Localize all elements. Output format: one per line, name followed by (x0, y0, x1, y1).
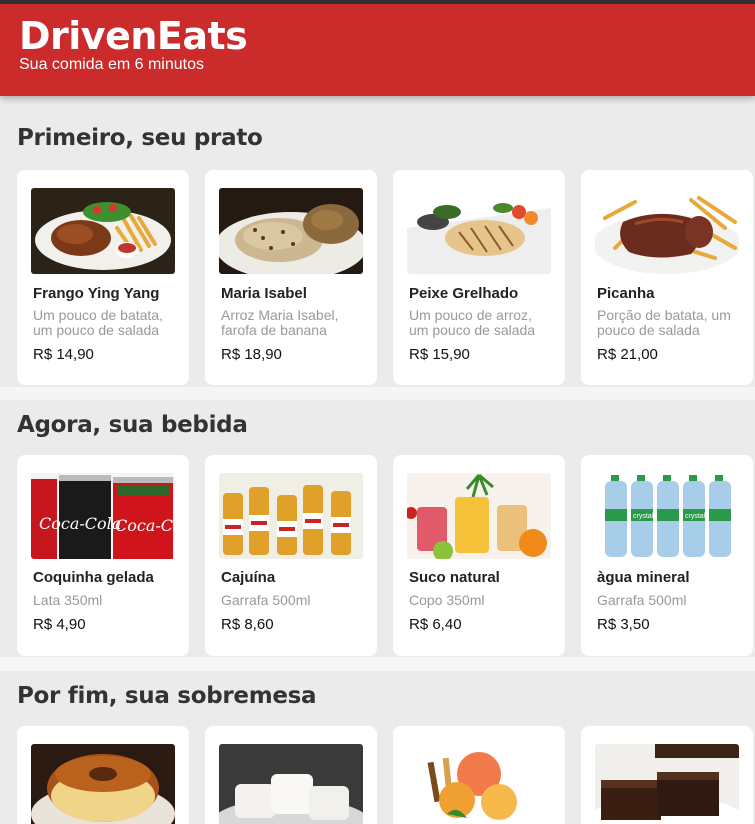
dish-price: R$ 14,90 (33, 346, 94, 363)
dessert-card-sorvete[interactable] (393, 726, 565, 824)
dish-description: Um pouco de batata, um pouco de salada (33, 307, 163, 338)
dessert-image-sorvete (407, 744, 551, 824)
dessert-list (17, 726, 753, 824)
dish-name: Peixe Grelhado (409, 285, 519, 302)
drink-price: R$ 3,50 (597, 616, 650, 633)
section-title: Agora, sua bebida (17, 412, 248, 438)
drink-image-suco (407, 473, 551, 559)
dessert-card-flan[interactable] (17, 726, 189, 824)
drink-description: Garrafa 500ml (221, 592, 311, 608)
dish-price: R$ 15,90 (409, 346, 470, 363)
dish-description: Um pouco de arroz, um pouco de salada (409, 307, 536, 338)
app-tagline: Sua comida em 6 minutos (19, 56, 204, 73)
dessert-image-bolo-coco (219, 744, 363, 824)
dish-image-maria-isabel (219, 188, 363, 274)
dish-card-frango[interactable]: Frango Ying Yang Um pouco de batata, um … (17, 170, 189, 385)
water-brand-text: crystal (685, 513, 706, 520)
dish-price: R$ 18,90 (221, 346, 282, 363)
cola-logo-text: Coca-Cola (39, 514, 121, 533)
water-brand-text: crystal (633, 513, 654, 520)
cola-logo-text: Coca-Cola (115, 516, 175, 535)
drink-card-agua[interactable]: crystal crystal àgua mineral Garrafa 500… (581, 455, 753, 656)
drink-list: Coca-Cola Coca-Cola Coquinha gelada Lata… (17, 455, 753, 656)
app-logo: DrivenEats (19, 14, 248, 58)
dessert-card-bolo-coco[interactable] (205, 726, 377, 824)
drink-card-coquinha[interactable]: Coca-Cola Coca-Cola Coquinha gelada Lata… (17, 455, 189, 656)
dish-price: R$ 21,00 (597, 346, 658, 363)
drink-description: Lata 350ml (33, 592, 103, 608)
drink-description: Garrafa 500ml (597, 592, 687, 608)
dish-image-peixe (407, 188, 551, 274)
dish-image-frango (31, 188, 175, 274)
dessert-card-brownie[interactable] (581, 726, 753, 824)
section-main-dish: Primeiro, seu prato Frango Ying Yang Um … (0, 96, 755, 387)
dish-list: Frango Ying Yang Um pouco de batata, um … (17, 170, 753, 385)
dish-description: Porção de batata, um pouco de salada (597, 307, 731, 338)
drink-image-agua: crystal crystal (595, 473, 739, 559)
dish-name: Maria Isabel (221, 285, 307, 302)
drink-description: Copo 350ml (409, 592, 485, 608)
section-dessert: Por fim, sua sobremesa (0, 671, 755, 824)
dish-name: Frango Ying Yang (33, 285, 160, 302)
dish-card-peixe[interactable]: Peixe Grelhado Um pouco de arroz, um pou… (393, 170, 565, 385)
drink-image-coquinha: Coca-Cola Coca-Cola (31, 473, 175, 559)
drink-image-cajuina (219, 473, 363, 559)
dish-image-picanha (595, 188, 739, 274)
dessert-image-brownie (595, 744, 739, 824)
dish-description: Arroz Maria Isabel, farofa de banana (221, 307, 339, 338)
drink-name: Suco natural (409, 569, 500, 586)
drink-price: R$ 6,40 (409, 616, 462, 633)
drink-price: R$ 4,90 (33, 616, 86, 633)
drink-price: R$ 8,60 (221, 616, 274, 633)
drink-card-cajuina[interactable]: Cajuína Garrafa 500ml R$ 8,60 (205, 455, 377, 656)
dish-card-maria-isabel[interactable]: Maria Isabel Arroz Maria Isabel, farofa … (205, 170, 377, 385)
section-title: Primeiro, seu prato (17, 125, 263, 151)
dish-card-picanha[interactable]: Picanha Porção de batata, um pouco de sa… (581, 170, 753, 385)
drink-name: Cajuína (221, 569, 276, 586)
dessert-image-flan (31, 744, 175, 824)
section-divider (0, 387, 755, 400)
section-title: Por fim, sua sobremesa (17, 683, 317, 709)
app-header: DrivenEats Sua comida em 6 minutos (0, 4, 755, 96)
drink-name: àgua mineral (597, 569, 690, 586)
drink-card-suco[interactable]: Suco natural Copo 350ml R$ 6,40 (393, 455, 565, 656)
section-drink: Agora, sua bebida Coca-Cola Coca-Cola Co… (0, 400, 755, 657)
section-divider (0, 657, 755, 671)
dish-name: Picanha (597, 285, 655, 302)
drink-name: Coquinha gelada (33, 569, 154, 586)
